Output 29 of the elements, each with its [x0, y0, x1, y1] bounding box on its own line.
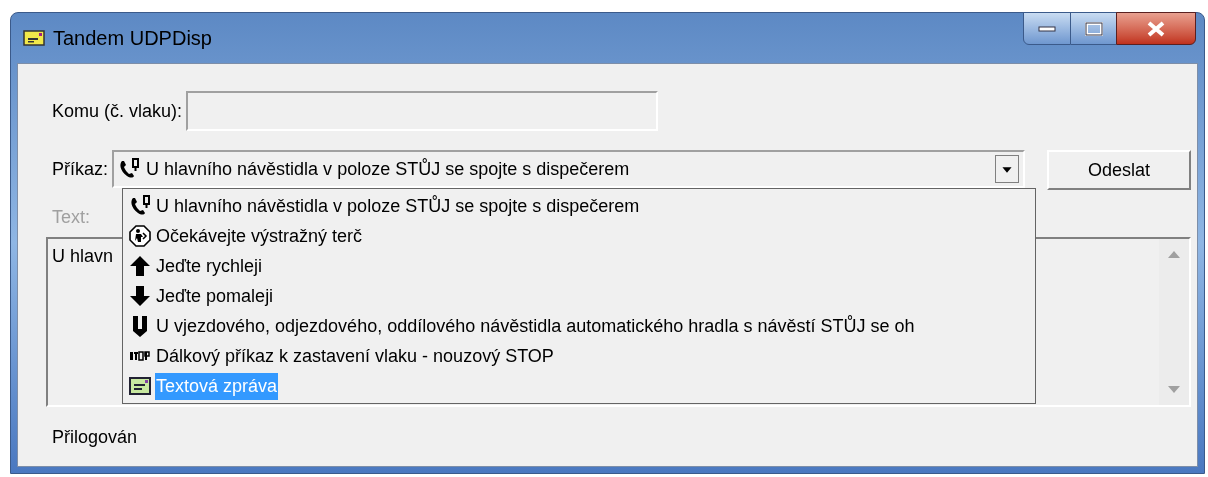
- window-title: Tandem UDPDisp: [53, 26, 212, 51]
- warning-sign-icon: [129, 225, 151, 247]
- dropdown-option[interactable]: U vjezdového, odjezdového, oddílového návěstidla automatického hradla s návěstí STŮJ se oh: [155, 312, 916, 340]
- phone-icon: [118, 158, 140, 180]
- dropdown-value: U hlavního návěstidla v poloze STŮJ se spojte s dispečerem: [146, 157, 631, 181]
- text-area-value: U hlavn: [52, 245, 114, 268]
- field-label: Příkaz:: [52, 157, 108, 181]
- minimize-icon: [1038, 25, 1056, 32]
- dropdown-option[interactable]: Jeďte rychleji: [155, 252, 264, 280]
- message-icon: [129, 375, 151, 397]
- dropdown-option[interactable]: Jeďte pomaleji: [155, 282, 275, 310]
- minimize-button[interactable]: [1023, 12, 1071, 45]
- dropdown-option[interactable]: Dálkový příkaz k zastavení vlaku - nouzový STOP: [155, 342, 555, 370]
- dropdown-option[interactable]: U hlavního návěstidla v poloze STŮJ se spojte s dispečerem: [155, 192, 641, 220]
- up-arrow-icon: [129, 255, 151, 277]
- status-text: Přilogován: [52, 426, 138, 449]
- down-arrow-icon: [129, 285, 151, 307]
- close-button[interactable]: [1116, 12, 1196, 45]
- dropdown-option[interactable]: Očekávejte výstražný terč: [155, 222, 364, 250]
- field-label: Komu (č. vlaku):: [52, 99, 183, 123]
- maximize-icon: [1084, 21, 1103, 36]
- message-icon: [23, 30, 45, 46]
- command-dropdown[interactable]: U hlavního návěstidla v poloze STŮJ se spojte s dispečerem: [112, 150, 1025, 188]
- maximize-button[interactable]: [1071, 12, 1116, 45]
- train-number-field[interactable]: [186, 91, 659, 131]
- send-button[interactable]: Odeslat: [1047, 150, 1191, 190]
- phone-icon: [129, 195, 151, 217]
- field-label: Text:: [52, 206, 90, 229]
- close-icon: [1146, 20, 1166, 37]
